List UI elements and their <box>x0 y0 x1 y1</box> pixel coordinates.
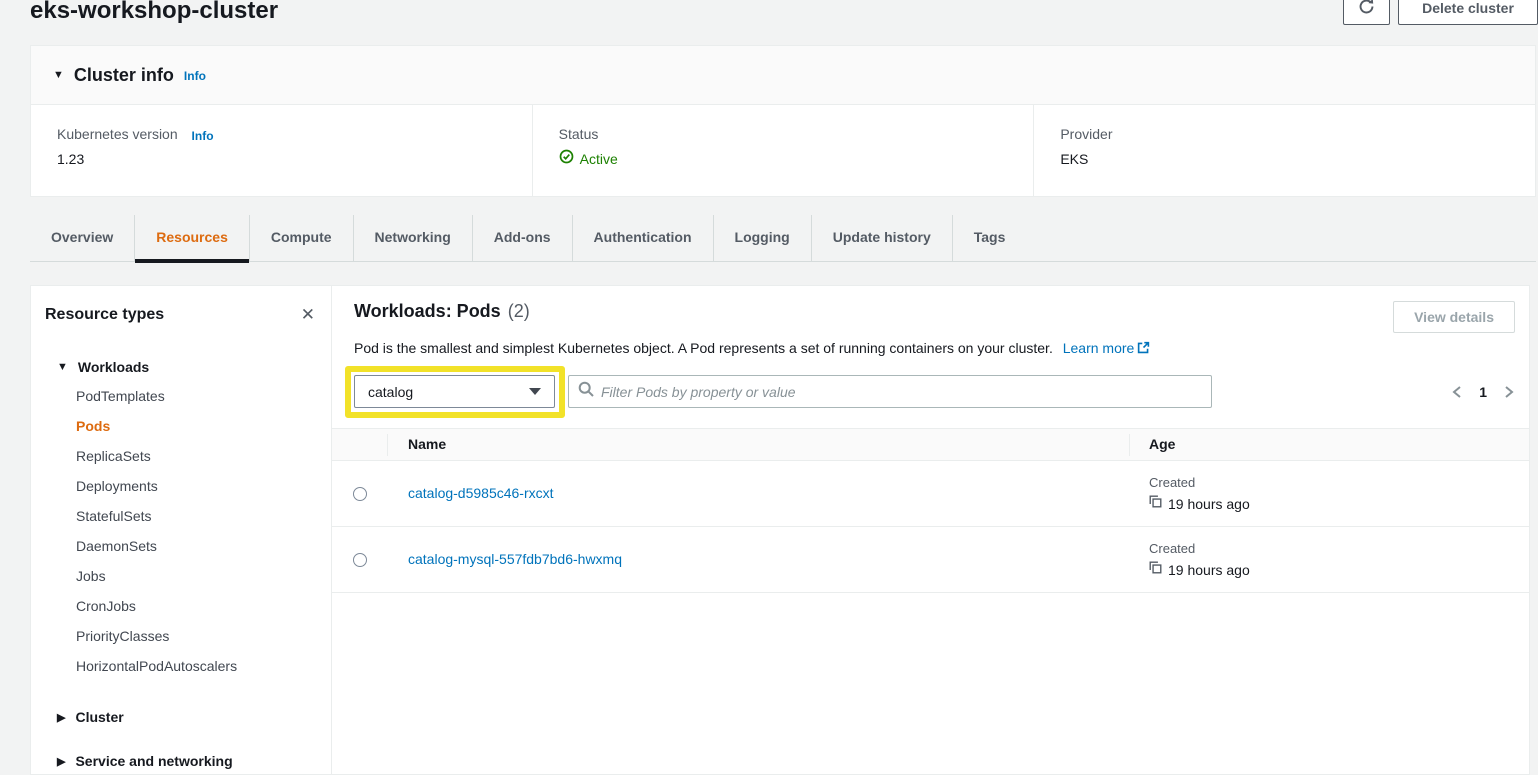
sidebar-item-replicasets[interactable]: ReplicaSets <box>31 441 331 471</box>
table-row: catalog-d5985c46-rxcxt Created 19 hours … <box>332 461 1529 527</box>
search-input[interactable] <box>601 384 1202 400</box>
content-header: Workloads: Pods (2) View details <box>354 301 1515 333</box>
age-value: 19 hours ago <box>1168 562 1250 578</box>
pod-name-link[interactable]: catalog-mysql-557fdb7bd6-hwxmq <box>408 551 622 567</box>
chevron-down-icon: ▼ <box>57 361 68 373</box>
cluster-info-card: ▼ Cluster info Info Kubernetes version I… <box>30 45 1536 197</box>
content-title-wrap: Workloads: Pods (2) <box>354 301 530 322</box>
pod-name-link[interactable]: catalog-d5985c46-rxcxt <box>408 485 554 501</box>
chevron-down-icon: ▼ <box>53 69 64 81</box>
pods-content: Workloads: Pods (2) View details Pod is … <box>332 286 1529 774</box>
chevron-right-icon: ▶ <box>57 755 65 768</box>
tree-group-cluster[interactable]: ▶ Cluster <box>31 709 331 725</box>
refresh-icon <box>1358 0 1375 18</box>
resource-tree: ▼ Workloads PodTemplates Pods ReplicaSet… <box>31 359 331 769</box>
chevron-right-icon: ▶ <box>57 711 65 724</box>
external-link-icon <box>1137 341 1150 357</box>
search-icon <box>578 381 594 402</box>
sidebar-item-daemonsets[interactable]: DaemonSets <box>31 531 331 561</box>
tree-group-workloads[interactable]: ▼ Workloads <box>31 359 331 375</box>
page-title: eks-workshop-cluster <box>30 0 278 25</box>
tab-add-ons[interactable]: Add-ons <box>472 215 572 261</box>
cluster-info-body: Kubernetes version Info 1.23 Status Acti… <box>31 105 1535 197</box>
kubernetes-version-label: Kubernetes version Info <box>57 126 532 142</box>
sidebar-item-pods[interactable]: Pods <box>31 411 331 441</box>
page-number[interactable]: 1 <box>1479 384 1487 400</box>
sidebar-item-horizontalpodautoscalers[interactable]: HorizontalPodAutoscalers <box>31 651 331 681</box>
status-badge: Active <box>580 151 618 167</box>
sidebar-item-deployments[interactable]: Deployments <box>31 471 331 501</box>
tab-networking[interactable]: Networking <box>353 215 472 261</box>
resource-types-sidebar: Resource types ✕ ▼ Workloads PodTemplate… <box>31 286 332 774</box>
status-value: Active <box>559 149 1034 169</box>
row-radio[interactable] <box>353 553 367 567</box>
sidebar-item-statefulsets[interactable]: StatefulSets <box>31 501 331 531</box>
age-created-label: Created <box>1149 541 1529 556</box>
page-header: eks-workshop-cluster Delete cluster <box>30 0 1538 44</box>
learn-more-link[interactable]: Learn more <box>1063 340 1135 356</box>
table-row: catalog-mysql-557fdb7bd6-hwxmq Created 1… <box>332 527 1529 593</box>
cluster-info-header[interactable]: ▼ Cluster info Info <box>31 46 1535 105</box>
table-header: Name Age <box>332 428 1529 461</box>
tab-resources[interactable]: Resources <box>134 215 249 261</box>
tab-tags[interactable]: Tags <box>952 215 1027 261</box>
cluster-info-info-link[interactable]: Info <box>184 69 206 83</box>
age-created-label: Created <box>1149 475 1529 490</box>
kubernetes-version-value: 1.23 <box>57 151 532 167</box>
status-label: Status <box>559 126 1034 142</box>
provider-label: Provider <box>1060 126 1535 142</box>
tab-update-history[interactable]: Update history <box>811 215 952 261</box>
row-radio[interactable] <box>353 487 367 501</box>
provider-field: Provider EKS <box>1033 105 1535 197</box>
age-value: 19 hours ago <box>1168 496 1250 512</box>
workloads-items: PodTemplates Pods ReplicaSets Deployment… <box>31 381 331 681</box>
content-title: Workloads: Pods <box>354 301 501 322</box>
search-box <box>568 375 1212 408</box>
name-column-header: Name <box>387 436 1129 454</box>
tab-authentication[interactable]: Authentication <box>572 215 713 261</box>
sidebar-item-podtemplates[interactable]: PodTemplates <box>31 381 331 411</box>
age-column-header: Age <box>1129 436 1529 454</box>
close-icon[interactable]: ✕ <box>299 304 317 325</box>
sidebar-header: Resource types ✕ <box>31 304 331 325</box>
next-page-icon[interactable] <box>1503 384 1515 400</box>
provider-value: EKS <box>1060 151 1535 167</box>
namespace-dropdown-value: catalog <box>368 384 413 400</box>
tab-bar: Overview Resources Compute Networking Ad… <box>30 215 1536 262</box>
cluster-info-title: Cluster info <box>74 65 174 86</box>
previous-page-icon[interactable] <box>1451 384 1463 400</box>
kubernetes-version-field: Kubernetes version Info 1.23 <box>31 105 532 197</box>
resources-panel: Resource types ✕ ▼ Workloads PodTemplate… <box>30 285 1530 775</box>
dropdown-caret-icon <box>529 388 541 395</box>
kubernetes-version-info-link[interactable]: Info <box>192 129 214 143</box>
pods-description: Pod is the smallest and simplest Kuberne… <box>354 340 1507 356</box>
sidebar-item-cronjobs[interactable]: CronJobs <box>31 591 331 621</box>
tree-group-service-networking[interactable]: ▶ Service and networking <box>31 753 331 769</box>
refresh-button[interactable] <box>1343 0 1390 25</box>
delete-cluster-button[interactable]: Delete cluster <box>1398 0 1538 25</box>
status-field: Status Active <box>532 105 1034 197</box>
tab-overview[interactable]: Overview <box>30 215 134 261</box>
namespace-dropdown[interactable]: catalog <box>354 375 555 408</box>
pods-count: (2) <box>508 301 530 322</box>
tab-logging[interactable]: Logging <box>713 215 811 261</box>
sidebar-title: Resource types <box>45 306 164 324</box>
copy-icon <box>1149 495 1162 513</box>
sidebar-item-priorityclasses[interactable]: PriorityClasses <box>31 621 331 651</box>
sidebar-item-jobs[interactable]: Jobs <box>31 561 331 591</box>
view-details-button[interactable]: View details <box>1393 301 1515 333</box>
check-circle-icon <box>559 149 574 169</box>
tab-compute[interactable]: Compute <box>249 215 353 261</box>
pods-table: Name Age catalog-d5985c46-rxcxt Created <box>332 428 1529 593</box>
pagination: 1 <box>1451 384 1515 400</box>
filter-row: catalog 1 <box>354 375 1515 408</box>
copy-icon <box>1149 561 1162 579</box>
